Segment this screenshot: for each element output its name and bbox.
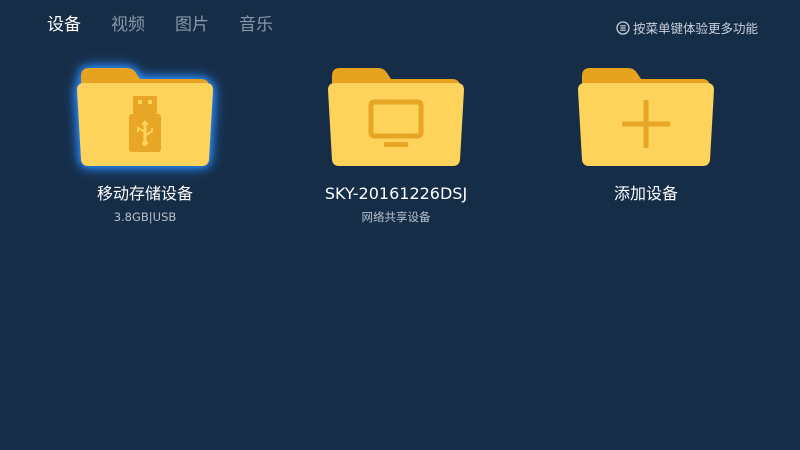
device-usb-storage[interactable]: 移动存储设备 3.8GB|USB bbox=[25, 60, 265, 224]
device-name: 移动存储设备 bbox=[96, 184, 193, 203]
menu-hint-text: 按菜单键体验更多功能 bbox=[632, 21, 758, 36]
menu-hint: 按菜单键体验更多功能 bbox=[616, 18, 758, 37]
category-tabs: 设备 视频 图片 音乐 bbox=[47, 13, 273, 37]
device-network-share[interactable]: SKY-20161226DSJ 网络共享设备 bbox=[276, 60, 516, 224]
tab-pictures[interactable]: 图片 bbox=[175, 13, 209, 37]
device-info: 3.8GB|USB bbox=[113, 210, 177, 224]
tab-devices[interactable]: 设备 bbox=[47, 13, 81, 37]
device-name: 添加设备 bbox=[613, 184, 678, 203]
device-info: 网络共享设备 bbox=[361, 210, 431, 224]
tab-music[interactable]: 音乐 bbox=[239, 13, 273, 37]
usb-icon bbox=[129, 96, 161, 152]
add-device-button[interactable]: 添加设备 bbox=[526, 60, 766, 204]
folder-icon bbox=[326, 60, 466, 172]
device-name: SKY-20161226DSJ bbox=[324, 184, 468, 203]
folder-icon bbox=[576, 60, 716, 172]
menu-icon bbox=[616, 20, 630, 35]
tab-videos[interactable]: 视频 bbox=[111, 13, 145, 37]
folder-icon bbox=[75, 60, 215, 172]
